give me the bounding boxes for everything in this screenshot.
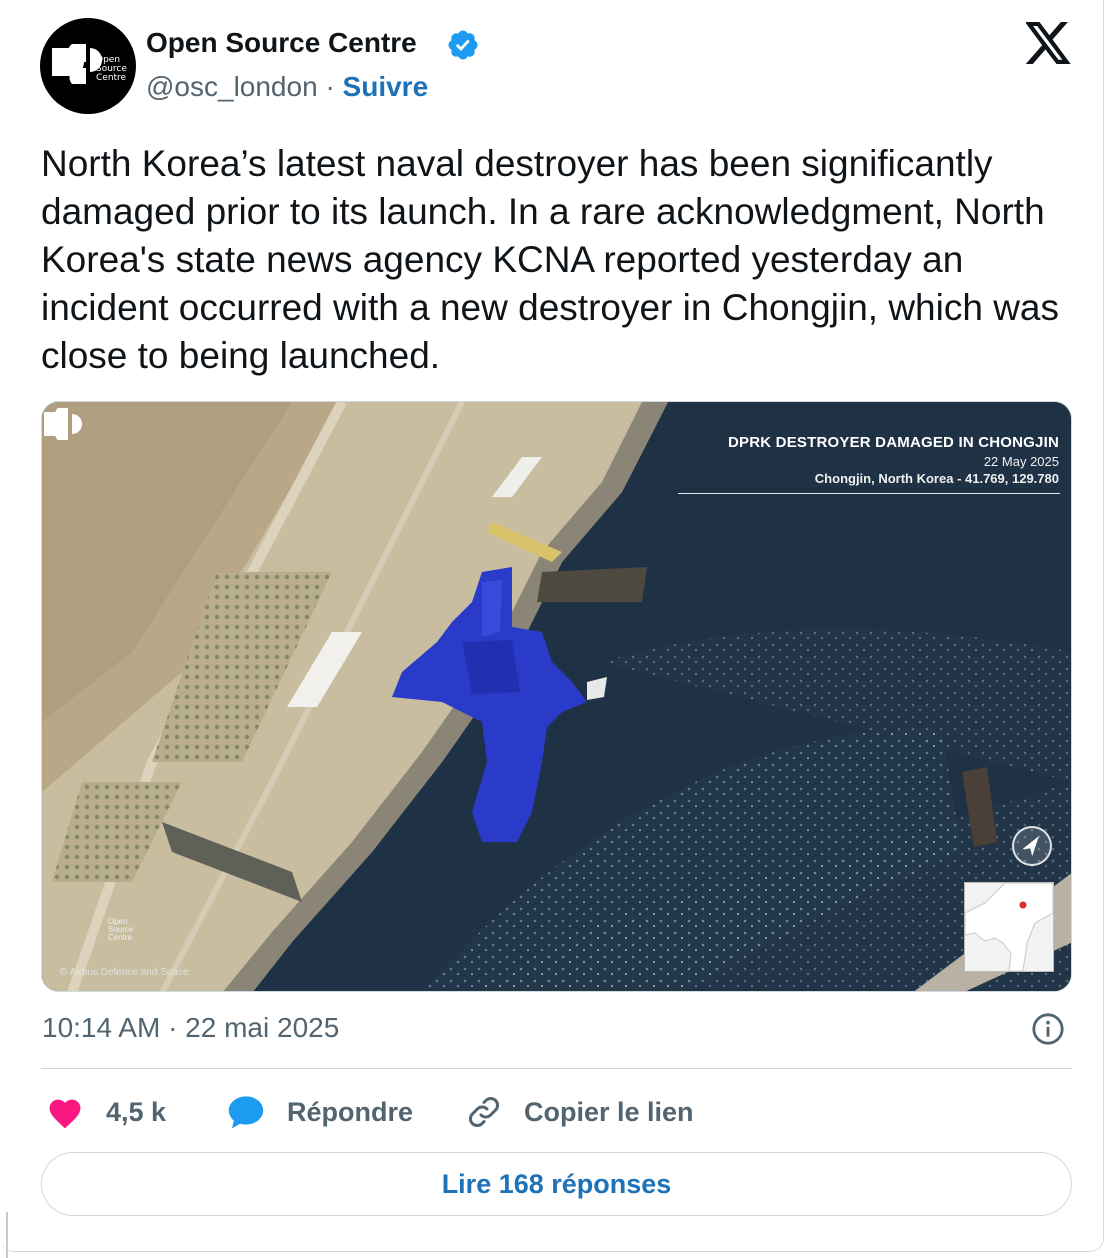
info-icon[interactable] [1031, 1012, 1065, 1046]
watermark-text: Open Source Centre [108, 917, 134, 942]
inset-map [964, 882, 1054, 972]
author-handle[interactable]: @osc_london [146, 71, 318, 102]
author-name[interactable]: Open Source Centre [146, 27, 417, 59]
image-date: 22 May 2025 [983, 454, 1059, 469]
reply-label: Répondre [287, 1096, 414, 1127]
copy-link-label: Copier le lien [524, 1096, 694, 1127]
follow-link[interactable]: Suivre [343, 71, 429, 102]
tweet-timestamp[interactable]: 10:14 AM · 22 mai 2025 [42, 1012, 339, 1044]
image-credit: © Airbus Defence and Space [60, 967, 189, 978]
compass-icon [1012, 826, 1052, 866]
separator: · [325, 71, 335, 102]
link-icon [469, 1097, 499, 1127]
satellite-image [42, 402, 1071, 991]
image-location: Chongjin, North Korea - 41.769, 129.780 [814, 471, 1059, 486]
like-count: 4,5 k [106, 1096, 167, 1127]
copy-link-button[interactable]: Copier le lien [466, 1092, 694, 1132]
read-replies-button[interactable]: Lire 168 réponses [41, 1152, 1072, 1216]
tweet-image[interactable]: DPRK DESTROYER DAMAGED IN CHONGJIN 22 Ma… [41, 401, 1072, 992]
divider [41, 1068, 1072, 1069]
heart-icon [49, 1099, 81, 1129]
window-edge [6, 1212, 8, 1258]
osc-watermark-icon [44, 408, 82, 440]
handle-line: @osc_london · Suivre [146, 71, 428, 103]
avatar-text: Open Source Centre [96, 55, 127, 83]
x-logo-icon[interactable] [1026, 22, 1072, 64]
reply-bubble-icon [228, 1096, 264, 1129]
tweet-text: North Korea’s latest naval destroyer has… [41, 143, 1060, 376]
reply-button[interactable]: Répondre [227, 1092, 413, 1132]
verified-badge-icon [448, 30, 478, 60]
like-button[interactable]: 4,5 k [46, 1092, 166, 1132]
author-avatar[interactable]: Open Source Centre [40, 18, 136, 114]
image-divider [678, 493, 1060, 494]
image-title: DPRK DESTROYER DAMAGED IN CHONGJIN [728, 434, 1059, 451]
